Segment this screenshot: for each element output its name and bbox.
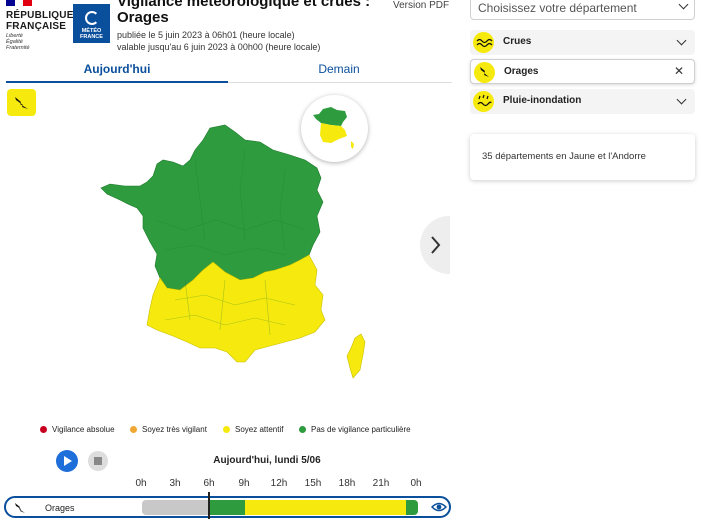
legend-dot-orange: [130, 426, 137, 433]
summary-card: 35 départements en Jaune et l'Andorre: [470, 134, 695, 180]
chevron-right-icon: [431, 236, 441, 254]
phenomenon-row-orages[interactable]: Orages ✕: [470, 59, 695, 84]
legend-item-green: Pas de vigilance particulière: [299, 425, 411, 434]
timeline-date: Aujourd'hui, lundi 5/06: [213, 455, 321, 466]
france-map-svg: [100, 124, 366, 379]
legend-item-orange: Soyez très vigilant: [130, 425, 207, 434]
close-icon[interactable]: ✕: [674, 64, 684, 78]
rain-flood-icon: [473, 91, 494, 112]
play-icon: [64, 456, 72, 466]
chevron-down-icon: [676, 35, 687, 46]
summary-text: 35 départements en Jaune et l'Andorre: [482, 151, 646, 162]
timeline-past-segment: [142, 500, 210, 515]
legend-dot-red: [40, 426, 47, 433]
legend-item-red: Vigilance absolue: [40, 425, 115, 434]
tab-today[interactable]: Aujourd'hui: [6, 62, 228, 76]
legend-label: Pas de vigilance particulière: [311, 425, 411, 434]
hour-label: 3h: [169, 478, 181, 489]
page-title: Vigilance météorologique et crues :: [117, 0, 371, 10]
timeline-yellow-segment: [245, 500, 406, 515]
chevron-down-icon: [678, 0, 689, 10]
hour-label: 21h: [372, 478, 390, 489]
eye-icon[interactable]: [431, 500, 447, 514]
legend-label: Vigilance absolue: [52, 425, 115, 434]
validity-date: valable jusqu'au 6 juin 2023 à 00h00 (he…: [117, 42, 321, 52]
republic-name: RÉPUBLIQUE FRANÇAISE: [6, 10, 74, 32]
legend-item-yellow: Soyez attentif: [223, 425, 283, 434]
meteo-france-logo[interactable]: MÉTÉO FRANCE: [73, 4, 110, 43]
published-date: publiée le 5 juin 2023 à 06h01 (heure lo…: [117, 30, 295, 40]
timeline-green-segment: [210, 500, 245, 515]
hour-label: 9h: [238, 478, 250, 489]
tab-tomorrow[interactable]: Demain: [228, 62, 450, 76]
lightning-icon: [15, 97, 28, 109]
timeline-current-cursor[interactable]: [208, 492, 210, 519]
chevron-down-icon: [676, 94, 687, 105]
department-select-placeholder: Choisissez votre département: [478, 1, 637, 15]
meteo-france-mark-icon: [84, 11, 99, 25]
hour-label: 15h: [304, 478, 322, 489]
phenomenon-row-pluie-inondation[interactable]: Pluie-inondation: [470, 89, 695, 114]
hour-label: 18h: [338, 478, 356, 489]
page-subtitle: Orages: [117, 9, 169, 26]
play-button[interactable]: [56, 450, 78, 472]
legend-label: Soyez attentif: [235, 425, 284, 434]
pdf-version-link[interactable]: Version PDF: [393, 0, 449, 11]
stop-button[interactable]: [88, 451, 108, 471]
waves-icon: [473, 32, 494, 53]
map-zone-corsica: [346, 333, 366, 379]
timeline-phenomenon-label: Orages: [45, 503, 75, 513]
active-tab-indicator: [6, 81, 228, 83]
next-day-button[interactable]: [420, 216, 450, 274]
lightning-icon: [15, 503, 25, 513]
hour-label: 0h: [410, 478, 422, 489]
hour-label: 12h: [270, 478, 288, 489]
republique-francaise-logo[interactable]: RÉPUBLIQUE FRANÇAISE Liberté Égalité Frater…: [0, 0, 73, 60]
department-select[interactable]: Choisissez votre département: [470, 0, 695, 20]
legend-dot-green: [299, 426, 306, 433]
french-flag-icon: [6, 0, 33, 6]
republic-motto: Liberté Égalité Fraternité: [6, 33, 30, 51]
legend-dot-yellow: [223, 426, 230, 433]
lightning-icon: [474, 62, 495, 83]
hour-label: 0h: [135, 478, 147, 489]
timeline-green-segment: [406, 500, 418, 515]
tab-divider: [228, 82, 452, 83]
storm-phenomenon-badge: [7, 89, 36, 116]
legend-label: Soyez très vigilant: [142, 425, 207, 434]
hour-label: 6h: [203, 478, 215, 489]
france-vigilance-map[interactable]: [95, 120, 400, 390]
phenomenon-row-crues[interactable]: Crues: [470, 30, 695, 55]
